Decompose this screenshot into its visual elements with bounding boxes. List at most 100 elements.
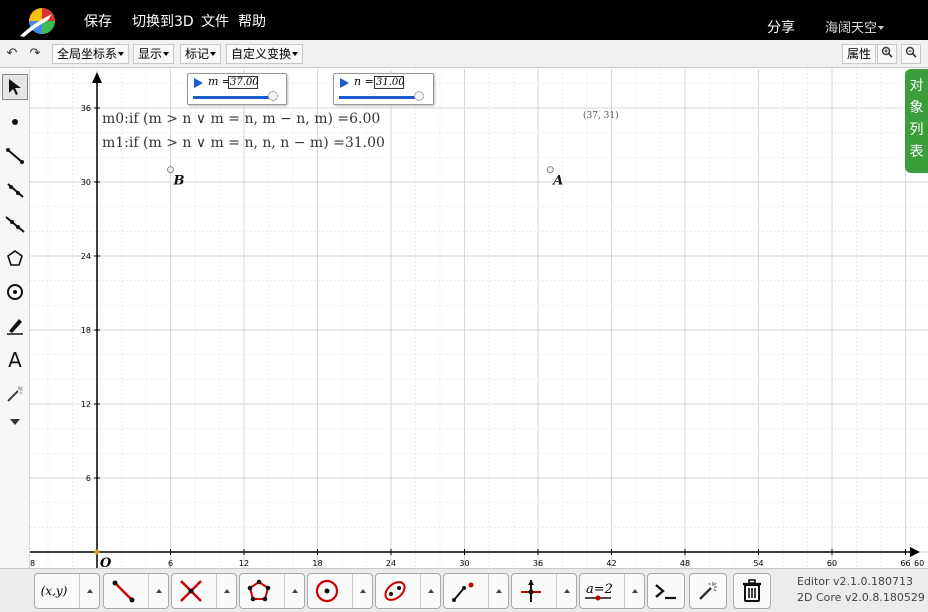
menu-help[interactable]: 帮助: [238, 11, 266, 31]
editor-version: Editor v2.1.0.180713: [797, 575, 914, 588]
slider-n-knob[interactable]: [413, 91, 424, 101]
polygon-tools-group[interactable]: [239, 573, 305, 609]
display-label: 显示: [138, 47, 163, 61]
ray-tool[interactable]: [2, 177, 28, 203]
custom-transform-dropdown[interactable]: 自定义变换: [226, 44, 304, 64]
share-button[interactable]: 分享: [767, 17, 795, 37]
select-tool[interactable]: [2, 74, 28, 100]
dropdown-arrow[interactable]: [148, 574, 168, 608]
delete-button[interactable]: [733, 573, 771, 609]
ellipse-icon: [376, 574, 414, 608]
x-tick-label: 48: [680, 559, 690, 568]
origin-point[interactable]: [94, 549, 100, 555]
play-icon[interactable]: [194, 78, 203, 88]
dropdown-arrow[interactable]: [420, 574, 440, 608]
dropdown-arrow[interactable]: [79, 574, 99, 608]
transform-tools-group[interactable]: [443, 573, 509, 609]
menu-switch-3d[interactable]: 切换到3D: [132, 11, 194, 31]
redo-icon[interactable]: ↷: [25, 44, 45, 64]
x-tick-label-partial: 8: [30, 559, 35, 568]
user-name: 海阔天空: [825, 21, 878, 36]
dropdown-arrow[interactable]: [624, 574, 644, 608]
slider-m-value[interactable]: 37.00: [228, 76, 259, 89]
display-dropdown[interactable]: 显示: [133, 44, 175, 64]
formula-m0[interactable]: m0:if (m > n ∨ m = n, m − n, m) =6.00: [102, 111, 380, 127]
y-tick-label: 12: [81, 400, 91, 409]
global-coords-dropdown[interactable]: 全局坐标系: [52, 44, 130, 64]
object-list-tab[interactable]: 对象列表: [905, 69, 928, 173]
dropdown-arrow[interactable]: [216, 574, 236, 608]
dropdown-arrow[interactable]: [556, 574, 576, 608]
pen-tool[interactable]: [2, 313, 28, 339]
slider-n-name: n =: [354, 75, 374, 88]
line-point-icon: [444, 574, 482, 608]
ray-icon: [7, 183, 24, 198]
mark-dropdown[interactable]: 标记: [180, 44, 222, 64]
y-tick-label: 24: [81, 252, 91, 261]
more-tools[interactable]: [2, 409, 28, 435]
segment-tool[interactable]: [2, 143, 28, 169]
chevron-down-icon: [118, 52, 125, 56]
line-tool[interactable]: [2, 211, 28, 237]
slider-m-knob[interactable]: [267, 91, 278, 101]
x-tick-label: 6: [168, 559, 173, 568]
point-tool[interactable]: [2, 109, 28, 135]
play-icon[interactable]: [340, 78, 349, 88]
point-A[interactable]: [546, 166, 554, 174]
custom-transform-label: 自定义变换: [231, 47, 292, 61]
point-icon: [12, 119, 18, 125]
conic-tools-group[interactable]: [375, 573, 441, 609]
chevron-down-icon: [210, 52, 217, 56]
properties-button[interactable]: 属性: [842, 44, 877, 64]
dropdown-arrow[interactable]: [284, 574, 304, 608]
dropdown-arrow[interactable]: [488, 574, 508, 608]
x-tick-label: 18: [312, 559, 322, 568]
segment-tools-group[interactable]: [103, 573, 169, 609]
x-tick-label: 66: [900, 559, 910, 568]
y-tick-label: 36: [81, 104, 91, 113]
x-tick-label-partial: 60: [914, 559, 924, 568]
menu-file[interactable]: 文件: [201, 11, 229, 31]
slider-m-track[interactable]: [193, 96, 277, 99]
x-tick-label: 54: [753, 559, 763, 568]
coordinate-label[interactable]: (37, 31): [583, 111, 619, 121]
zoom-out-icon[interactable]: [901, 44, 921, 64]
reflect-tools-group[interactable]: [511, 573, 577, 609]
magic-wand-icon: [699, 582, 717, 600]
x-tick-label: 30: [459, 559, 469, 568]
circle-tool[interactable]: [2, 279, 28, 305]
points-layer: BA: [167, 166, 563, 189]
slider-n-track[interactable]: [339, 96, 423, 99]
magic-tool[interactable]: [2, 381, 28, 407]
red-segment-icon: [104, 574, 142, 608]
zoom-in-icon[interactable]: [877, 44, 897, 64]
formula-m1[interactable]: m1:if (m > n ∨ m = n, n, n − m) =31.00: [102, 135, 385, 151]
terminal-icon: [655, 584, 676, 600]
chevron-down-icon: [10, 419, 20, 425]
dropdown-arrow[interactable]: [352, 574, 372, 608]
polygon-tool[interactable]: [2, 245, 28, 271]
intersection-tools-group[interactable]: [171, 573, 237, 609]
undo-icon[interactable]: ↶: [2, 44, 22, 64]
trash-icon: [743, 579, 761, 602]
slider-n[interactable]: n = 31.00: [333, 73, 434, 105]
secondary-toolbar: ↶ ↷ 全局坐标系 显示 标记 自定义变换 属性: [0, 40, 928, 68]
y-tick-label: 30: [81, 178, 91, 187]
point-label-A: A: [551, 174, 563, 189]
menu-save[interactable]: 保存: [84, 11, 112, 31]
point-B[interactable]: [167, 166, 174, 174]
text-tool[interactable]: A: [2, 347, 28, 373]
core-version: 2D Core v2.0.8.180529: [797, 591, 925, 604]
app-window: 保存 切换到3D 文件 帮助 分享 海阔天空 ↶ ↷ 全局坐标系 显示 标记 自…: [0, 0, 928, 612]
slider-m[interactable]: m = 37.00: [187, 73, 287, 105]
circle-tools-group[interactable]: [307, 573, 373, 609]
measure-tools-group[interactable]: a=2: [579, 573, 645, 609]
user-menu[interactable]: 海阔天空: [825, 17, 885, 36]
point-coord-tool[interactable]: (x,y): [34, 573, 100, 609]
measure-icon: a=2: [580, 574, 618, 608]
magic-button[interactable]: [689, 573, 727, 609]
point-coord-label: (x,y): [40, 584, 68, 598]
slider-n-value[interactable]: 31.00: [374, 76, 405, 89]
app-logo[interactable]: [18, 4, 60, 38]
command-button[interactable]: [647, 573, 685, 609]
